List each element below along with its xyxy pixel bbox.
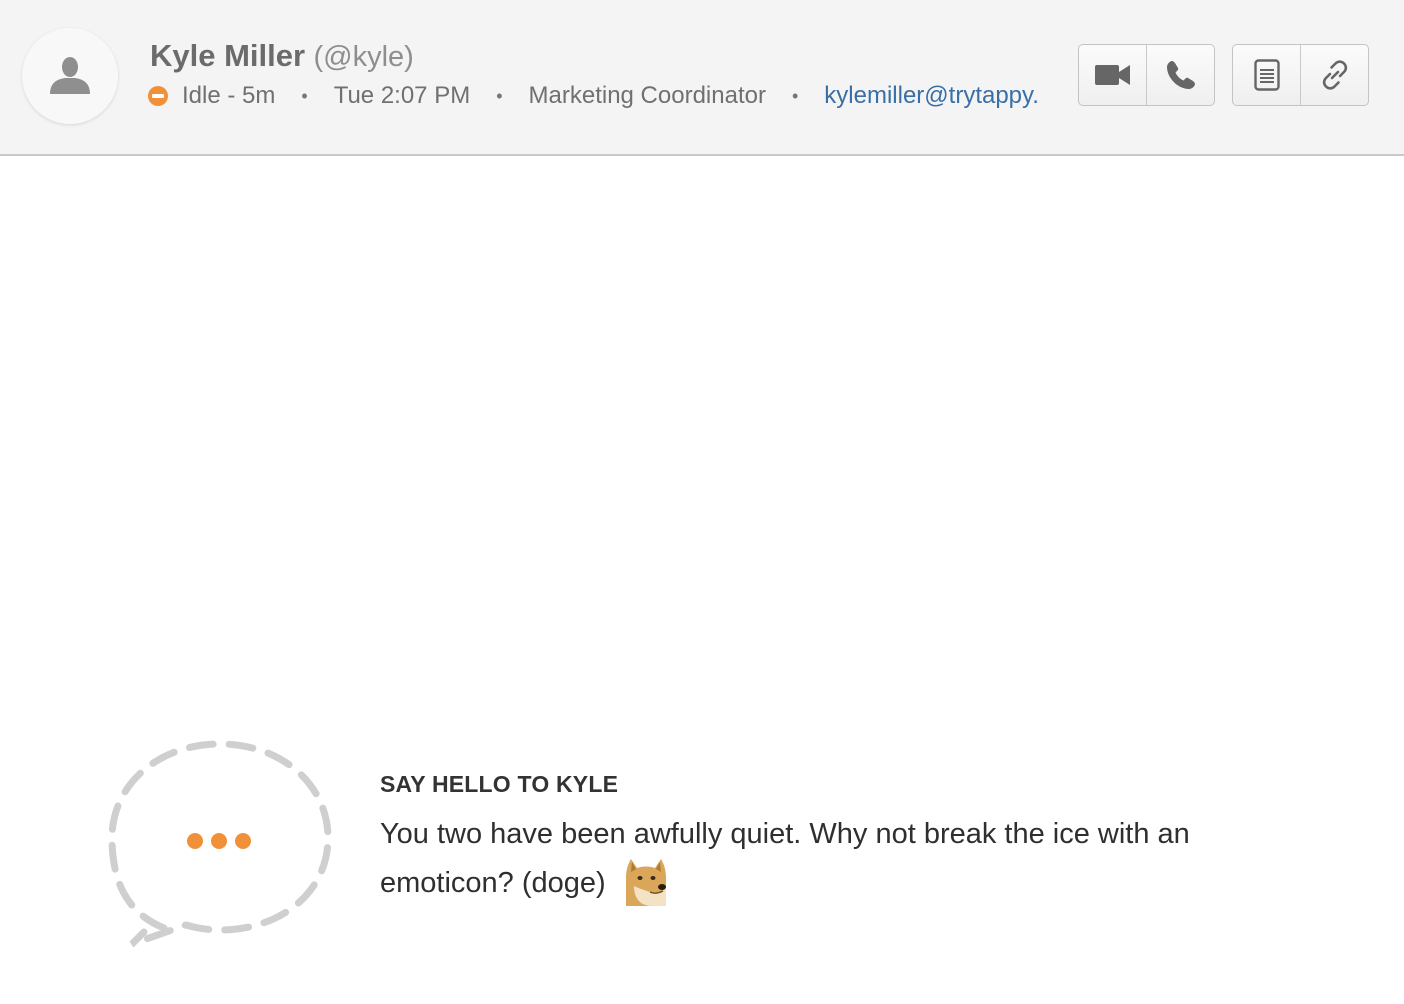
contact-name-line: Kyle Miller (@kyle) — [150, 38, 414, 74]
contact-meta: Idle - 5m • Tue 2:07 PM • Marketing Coor… — [148, 82, 1039, 110]
doge-emoticon-icon — [622, 856, 670, 919]
tools-button-group — [1232, 44, 1369, 106]
empty-state-title: SAY HELLO TO KYLE — [380, 771, 619, 797]
separator: • — [301, 85, 308, 106]
status-text: Idle - 5m — [182, 82, 276, 109]
notes-button[interactable] — [1233, 45, 1301, 105]
email-link[interactable]: kylemiller@trytappy. — [824, 82, 1039, 110]
empty-state-message: You two have been awfully quiet. Why not… — [380, 812, 1320, 919]
video-camera-icon — [1094, 65, 1130, 85]
job-title: Marketing Coordinator — [528, 82, 766, 109]
call-button-group — [1078, 44, 1215, 106]
separator: • — [791, 85, 799, 106]
local-time: Tue 2:07 PM — [333, 82, 471, 109]
empty-state-message-text: You two have been awfully quiet. Why not… — [380, 818, 1190, 899]
phone-call-button[interactable] — [1147, 45, 1214, 105]
link-button[interactable] — [1301, 45, 1368, 105]
contact-name: Kyle Miller — [150, 38, 306, 73]
link-icon — [1322, 60, 1347, 90]
idle-status-icon — [148, 86, 168, 106]
user-silhouette-icon — [50, 57, 90, 94]
video-call-button[interactable] — [1079, 45, 1147, 105]
contact-handle: (@kyle) — [313, 41, 414, 73]
chat-header: Kyle Miller (@kyle) Idle - 5m • Tue 2:07… — [0, 0, 1404, 156]
chat-bubble-icon — [104, 734, 336, 963]
avatar[interactable] — [22, 28, 118, 124]
separator: • — [496, 85, 503, 106]
phone-icon — [1166, 61, 1195, 89]
document-icon — [1253, 59, 1280, 91]
